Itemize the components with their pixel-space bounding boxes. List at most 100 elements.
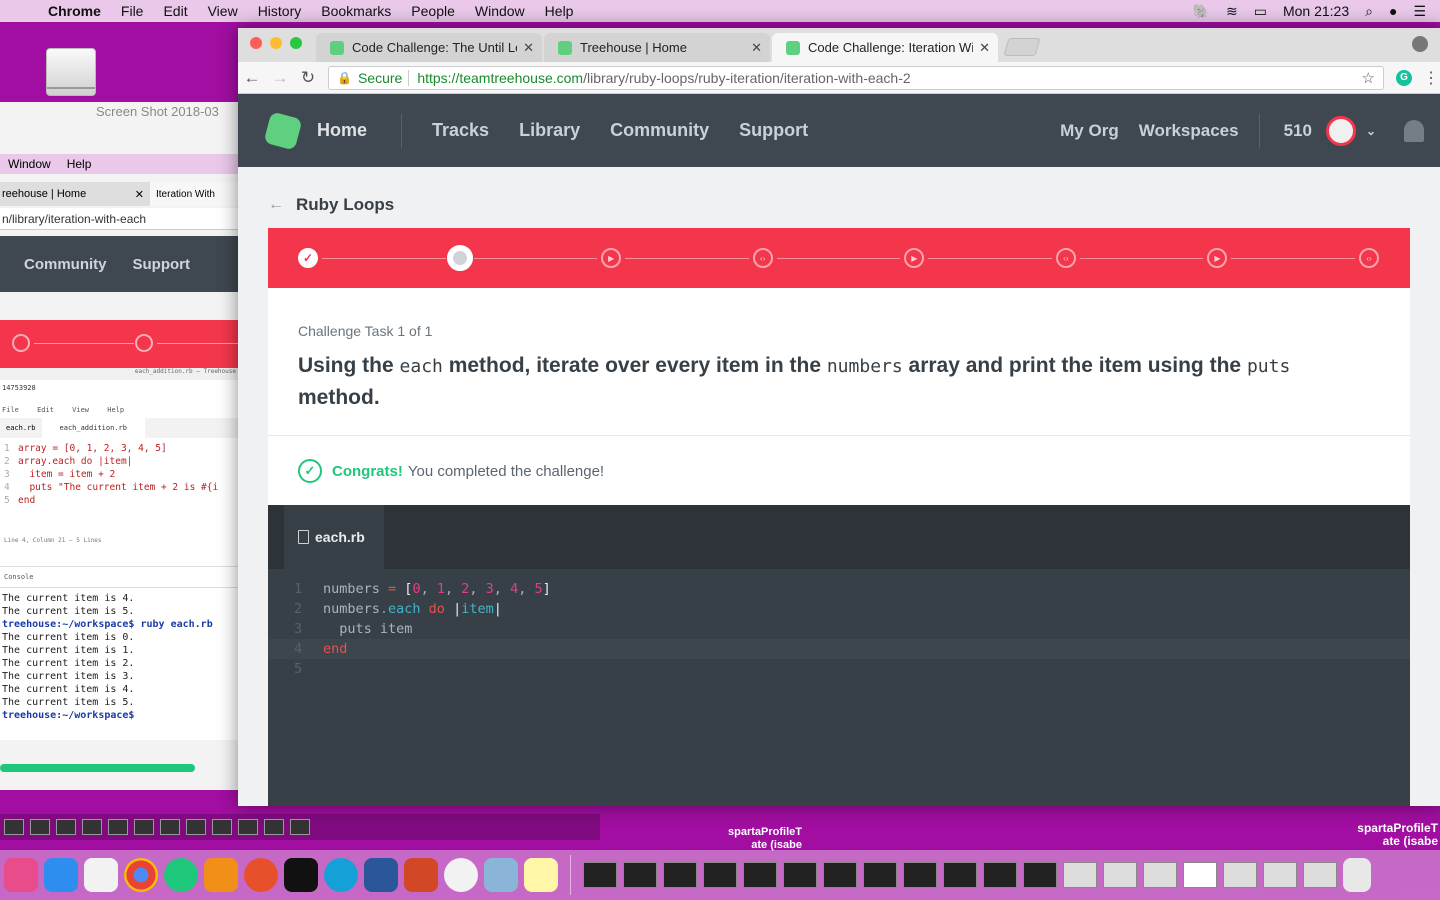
bg-tab-iteration[interactable]: Iteration With — [150, 182, 240, 206]
code-icon[interactable] — [135, 334, 153, 352]
address-bar[interactable]: 🔒 Secure https://teamtreehouse.com /libr… — [328, 65, 1384, 90]
minimized-window-icon[interactable] — [1223, 862, 1257, 888]
bg-nav-community[interactable]: Community — [24, 256, 107, 273]
chrome-icon[interactable] — [124, 858, 158, 892]
window-thumbnail[interactable] — [56, 819, 76, 835]
minimized-window-icon[interactable] — [623, 862, 657, 888]
menu-help[interactable]: Help — [535, 3, 584, 19]
minimized-window-icon[interactable] — [823, 862, 857, 888]
nav-home[interactable]: Home — [317, 120, 367, 141]
code-icon[interactable]: ‹› — [1055, 248, 1076, 268]
menu-app-name[interactable]: Chrome — [38, 3, 111, 19]
finder-icon[interactable] — [44, 858, 78, 892]
avatar[interactable] — [1325, 115, 1356, 146]
window-thumbnail[interactable] — [134, 819, 154, 835]
nav-support[interactable]: Support — [739, 120, 808, 141]
menu-file[interactable]: File — [111, 3, 154, 19]
itunes-icon[interactable] — [4, 858, 38, 892]
nav-community[interactable]: Community — [610, 120, 709, 141]
minimized-window-icon[interactable] — [743, 862, 777, 888]
wifi-icon[interactable]: ≋ — [1226, 3, 1238, 20]
nav-library[interactable]: Library — [519, 120, 580, 141]
editor-tab-each-rb[interactable]: each.rb — [284, 505, 384, 569]
elephant-icon[interactable]: 🐘 — [1193, 3, 1210, 20]
desktop-file-label[interactable]: spartaProfileT ate (isabe — [1320, 822, 1438, 848]
tool-icon[interactable] — [244, 858, 278, 892]
minimized-window-icon[interactable] — [1263, 862, 1297, 888]
bg-nav-support[interactable]: Support — [133, 256, 191, 273]
minimized-window-icon[interactable] — [1023, 862, 1057, 888]
step-complete-icon[interactable]: ✓ — [298, 248, 318, 268]
chrome-menu-icon[interactable]: ⋮ — [1422, 68, 1440, 88]
window-thumbnail[interactable] — [30, 819, 50, 835]
menu-bookmarks[interactable]: Bookmarks — [311, 3, 401, 19]
markdown-icon[interactable] — [324, 858, 358, 892]
console-output[interactable]: The current item is 4. The current item i… — [0, 588, 240, 722]
minimized-window-icon[interactable] — [903, 862, 937, 888]
menu-history[interactable]: History — [248, 3, 312, 19]
notification-center-icon[interactable]: ☰ — [1413, 3, 1426, 20]
bell-icon[interactable] — [1404, 119, 1424, 142]
minimized-window-icon[interactable] — [663, 862, 697, 888]
minimized-window-icon[interactable] — [1303, 862, 1337, 888]
workspace-editor[interactable]: 1 array = [0, 1, 2, 3, 4, 5] 2 array.each d… — [0, 438, 240, 507]
minimized-window-icon[interactable] — [863, 862, 897, 888]
minimized-window-icon[interactable] — [583, 862, 617, 888]
nav-workspaces[interactable]: Workspaces — [1139, 121, 1239, 141]
menu-people[interactable]: People — [401, 3, 465, 19]
close-icon[interactable]: ✕ — [135, 188, 144, 201]
menu-window[interactable]: Window — [465, 3, 535, 19]
close-icon[interactable]: ✕ — [751, 40, 762, 56]
notes-icon[interactable] — [524, 858, 558, 892]
trash-icon[interactable] — [1343, 858, 1371, 892]
menu-edit[interactable]: Edit — [153, 3, 197, 19]
nav-tracks[interactable]: Tracks — [432, 120, 489, 141]
code-icon[interactable]: ‹› — [1359, 248, 1379, 268]
window-thumbnail[interactable] — [160, 819, 180, 835]
points-count[interactable]: 510 — [1284, 121, 1312, 141]
close-window-button[interactable] — [250, 37, 262, 49]
close-icon[interactable]: ✕ — [523, 40, 534, 56]
tab-treehouse-home[interactable]: Treehouse | Home ✕ — [544, 33, 770, 62]
nav-my-org[interactable]: My Org — [1060, 121, 1119, 141]
hard-drive-icon[interactable] — [46, 48, 96, 96]
ws-menu-file[interactable]: File — [2, 406, 19, 414]
back-arrow-icon[interactable]: ← — [238, 68, 266, 88]
minimized-window-icon[interactable] — [1063, 862, 1097, 888]
play-icon[interactable]: ▶ — [601, 248, 622, 268]
window-thumbnail[interactable] — [82, 819, 102, 835]
minimized-window-icon[interactable] — [703, 862, 737, 888]
forward-arrow-icon[interactable]: → — [266, 68, 294, 88]
terminal-icon[interactable] — [284, 858, 318, 892]
minimized-window-icon[interactable] — [983, 862, 1017, 888]
ws-menu-help[interactable]: Help — [107, 406, 124, 414]
bg-menu-help[interactable]: Help — [59, 157, 100, 171]
treehouse-logo-icon[interactable] — [263, 110, 303, 151]
minimized-window-icon[interactable] — [943, 862, 977, 888]
minimized-window-icon[interactable] — [1103, 862, 1137, 888]
menu-view[interactable]: View — [198, 3, 248, 19]
sublime-icon[interactable] — [204, 858, 238, 892]
spotlight-icon[interactable]: ⌕ — [1365, 3, 1373, 20]
clock[interactable]: Mon 21:23 — [1283, 3, 1349, 19]
window-thumbnail[interactable] — [186, 819, 206, 835]
play-icon[interactable]: ▶ — [904, 248, 925, 268]
battery-icon[interactable]: ▭ — [1254, 3, 1267, 20]
chrome-profile-icon[interactable] — [1412, 36, 1428, 52]
console-tab[interactable]: Console — [0, 567, 240, 588]
preview-icon[interactable] — [484, 858, 518, 892]
powerpoint-icon[interactable] — [404, 858, 438, 892]
breadcrumb[interactable]: ← Ruby Loops — [268, 195, 394, 215]
close-icon[interactable]: ✕ — [979, 40, 990, 56]
window-thumbnail[interactable] — [238, 819, 258, 835]
bg-url[interactable]: n/library/iteration-with-each — [0, 208, 240, 230]
step-current-icon[interactable] — [446, 245, 473, 271]
minimized-window-icon[interactable] — [1143, 862, 1177, 888]
music-icon[interactable] — [444, 858, 478, 892]
play-icon[interactable] — [12, 334, 30, 352]
reload-icon[interactable]: ↻ — [294, 68, 322, 88]
ws-tab-each[interactable]: each.rb — [0, 424, 42, 432]
word-icon[interactable] — [364, 858, 398, 892]
bookmark-star-icon[interactable]: ☆ — [1362, 69, 1375, 87]
minimized-window-icon[interactable] — [783, 862, 817, 888]
